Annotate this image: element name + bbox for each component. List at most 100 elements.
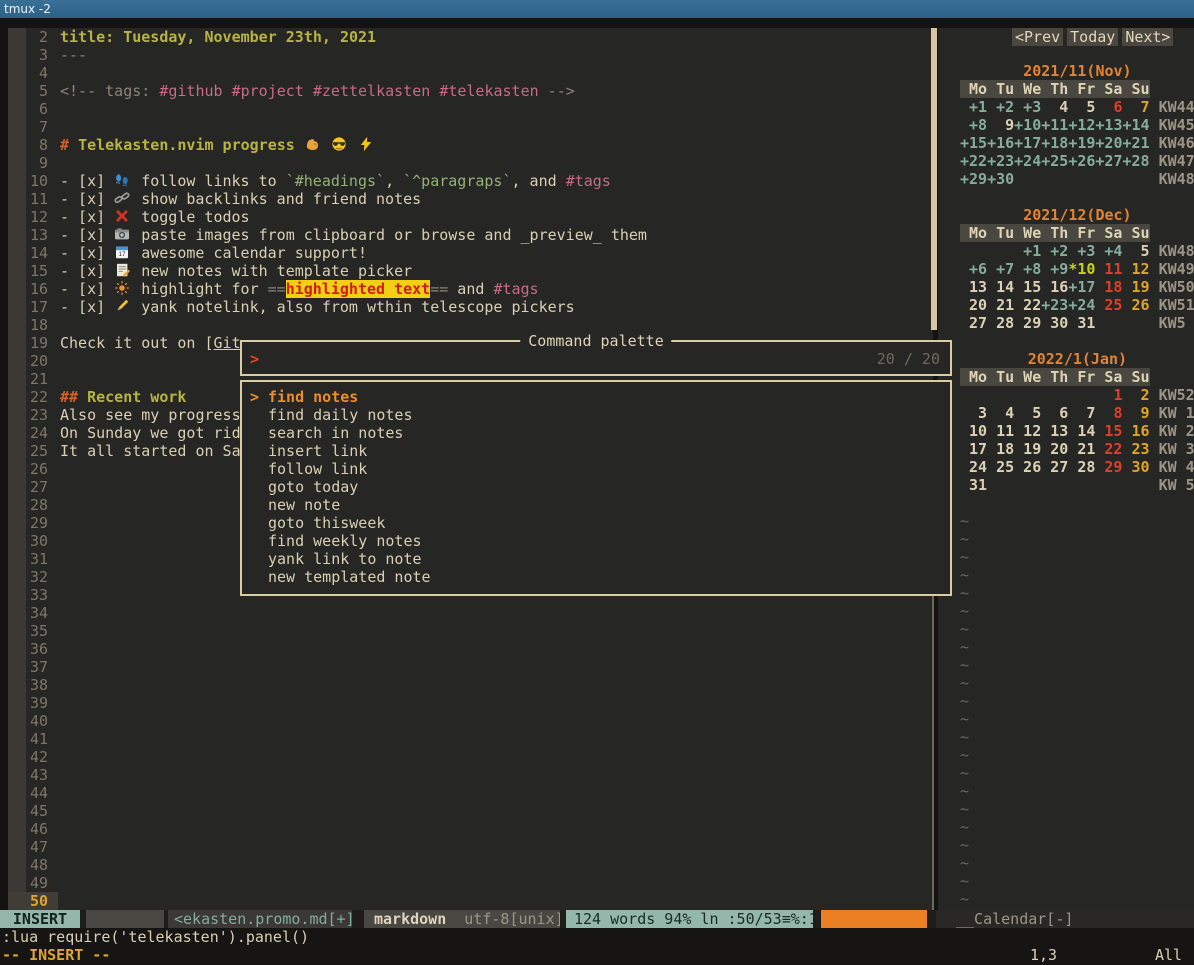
calendar-day[interactable]: +29 [960,170,987,188]
calendar-day[interactable]: +1 [960,98,987,116]
editor-line[interactable]: 13- [x] paste images from clipboard or b… [0,226,933,244]
calendar-day[interactable]: 16 [1041,278,1068,296]
editor-line[interactable]: 43 [0,766,933,784]
calendar-day[interactable]: 14 [987,278,1014,296]
editor-line[interactable]: 41 [0,730,933,748]
editor-line[interactable]: 36 [0,640,933,658]
calendar-day[interactable]: +23 [987,152,1014,170]
palette-item[interactable]: goto today [242,478,950,496]
palette-item[interactable]: new note [242,496,950,514]
calendar-day[interactable]: 15 [1014,278,1041,296]
palette-item[interactable]: insert link [242,442,950,460]
calendar-day[interactable]: +17 [1068,278,1095,296]
editor-line[interactable]: 16- [x] highlight for ==highlighted text… [0,280,933,298]
palette-item[interactable]: search in notes [242,424,950,442]
calendar-day[interactable]: 26 [1014,458,1041,476]
calendar-day[interactable]: 21 [1068,440,1095,458]
calendar-day[interactable]: +20 [1095,134,1122,152]
calendar-day[interactable]: 19 [1122,278,1149,296]
calendar-day[interactable]: 12 [1014,422,1041,440]
editor-line[interactable]: 3--- [0,46,933,64]
calendar-day[interactable]: 5 [1122,242,1149,260]
palette-prompt-box[interactable]: Command palette > 20 / 20 [240,340,952,376]
calendar-day[interactable]: +24 [1068,296,1095,314]
calendar-day[interactable]: +2 [1041,242,1068,260]
calendar-day[interactable]: 26 [1122,296,1149,314]
calendar-day[interactable]: 11 [987,422,1014,440]
calendar-day[interactable]: +15 [960,134,987,152]
calendar-day[interactable]: 27 [1041,458,1068,476]
editor-line[interactable]: 37 [0,658,933,676]
editor-line[interactable]: 46 [0,820,933,838]
editor-line[interactable]: 39 [0,694,933,712]
calendar-day[interactable]: 8 [1095,404,1122,422]
editor-line[interactable]: 5<!-- tags: #github #project #zettelkast… [0,82,933,100]
calendar-day[interactable]: 6 [1095,98,1122,116]
calendar-day[interactable]: 13 [960,278,987,296]
calendar-day[interactable]: 13 [1041,422,1068,440]
calendar-day[interactable]: +1 [1014,242,1041,260]
editor-line[interactable]: 48 [0,856,933,874]
calendar-day[interactable]: 9 [1122,404,1149,422]
editor-line[interactable]: 6 [0,100,933,118]
calendar-day[interactable]: +21 [1122,134,1149,152]
calendar-day[interactable]: 29 [1014,314,1041,332]
calendar-day[interactable]: 16 [1122,422,1149,440]
editor-line[interactable]: 14- [x] 17 awesome calendar support! [0,244,933,262]
calendar-day[interactable]: 5 [1068,98,1095,116]
calendar-day[interactable]: 9 [987,116,1014,134]
calendar-day[interactable]: 4 [987,404,1014,422]
palette-item[interactable]: yank link to note [242,550,950,568]
editor-line[interactable]: 35 [0,622,933,640]
editor-line[interactable]: 40 [0,712,933,730]
calendar-day[interactable]: 27 [960,314,987,332]
command-line[interactable]: :lua require('telekasten').panel() [0,928,1194,946]
calendar-day[interactable]: +18 [1041,134,1068,152]
calendar-day[interactable]: +24 [1014,152,1041,170]
editor-line[interactable]: 9 [0,154,933,172]
calendar-day[interactable]: 25 [987,458,1014,476]
calendar-day[interactable]: +3 [1014,98,1041,116]
editor-scrollbar-thumb[interactable] [931,28,937,330]
editor-line[interactable]: 18 [0,316,933,334]
calendar-day[interactable]: +10 [1014,116,1041,134]
calendar-day[interactable]: +25 [1041,152,1068,170]
editor-line[interactable]: 4 [0,64,933,82]
calendar-pane[interactable]: <PrevTodayNext>2021/11(Nov)MoTuWeThFrSaS… [938,28,1194,910]
editor-line[interactable]: 47 [0,838,933,856]
calendar-day[interactable]: 28 [1068,458,1095,476]
palette-item[interactable]: new templated note [242,568,950,586]
palette-item[interactable]: follow link [242,460,950,478]
calendar-day[interactable]: +8 [960,116,987,134]
calendar-day[interactable]: 28 [987,314,1014,332]
calendar-day[interactable]: 4 [1041,98,1068,116]
calendar-day[interactable]: +11 [1041,116,1068,134]
calendar-day[interactable]: 2 [1122,386,1149,404]
calendar-day[interactable]: 30 [1041,314,1068,332]
calendar-day[interactable]: 19 [1014,440,1041,458]
calendar-day[interactable]: 5 [1014,404,1041,422]
editor-line[interactable]: 42 [0,748,933,766]
calendar-day[interactable]: 11 [1095,260,1122,278]
calendar-day[interactable]: 10 [960,422,987,440]
palette-item[interactable]: goto thisweek [242,514,950,532]
editor-line[interactable]: 45 [0,802,933,820]
calendar-day[interactable]: +6 [960,260,987,278]
calendar-day[interactable]: 21 [987,296,1014,314]
calendar-day[interactable]: 18 [1095,278,1122,296]
editor-line[interactable]: 50 [0,892,933,910]
editor-line[interactable]: 44 [0,784,933,802]
calendar-day[interactable]: 31 [1068,314,1095,332]
calendar-day[interactable]: 31 [960,476,987,494]
calendar-today-button[interactable]: Today [1067,28,1118,46]
calendar-day[interactable]: +26 [1068,152,1095,170]
editor-line[interactable]: 2title: Tuesday, November 23th, 2021 [0,28,933,46]
calendar-day[interactable]: +7 [987,260,1014,278]
calendar-day[interactable]: +2 [987,98,1014,116]
editor-line[interactable]: 11- [x] show backlinks and friend notes [0,190,933,208]
editor-line[interactable]: 10- [x] follow links to `#headings`, `^p… [0,172,933,190]
palette-item[interactable]: find weekly notes [242,532,950,550]
calendar-day[interactable]: +23 [1041,296,1068,314]
calendar-day[interactable]: +19 [1068,134,1095,152]
calendar-day[interactable]: 7 [1068,404,1095,422]
